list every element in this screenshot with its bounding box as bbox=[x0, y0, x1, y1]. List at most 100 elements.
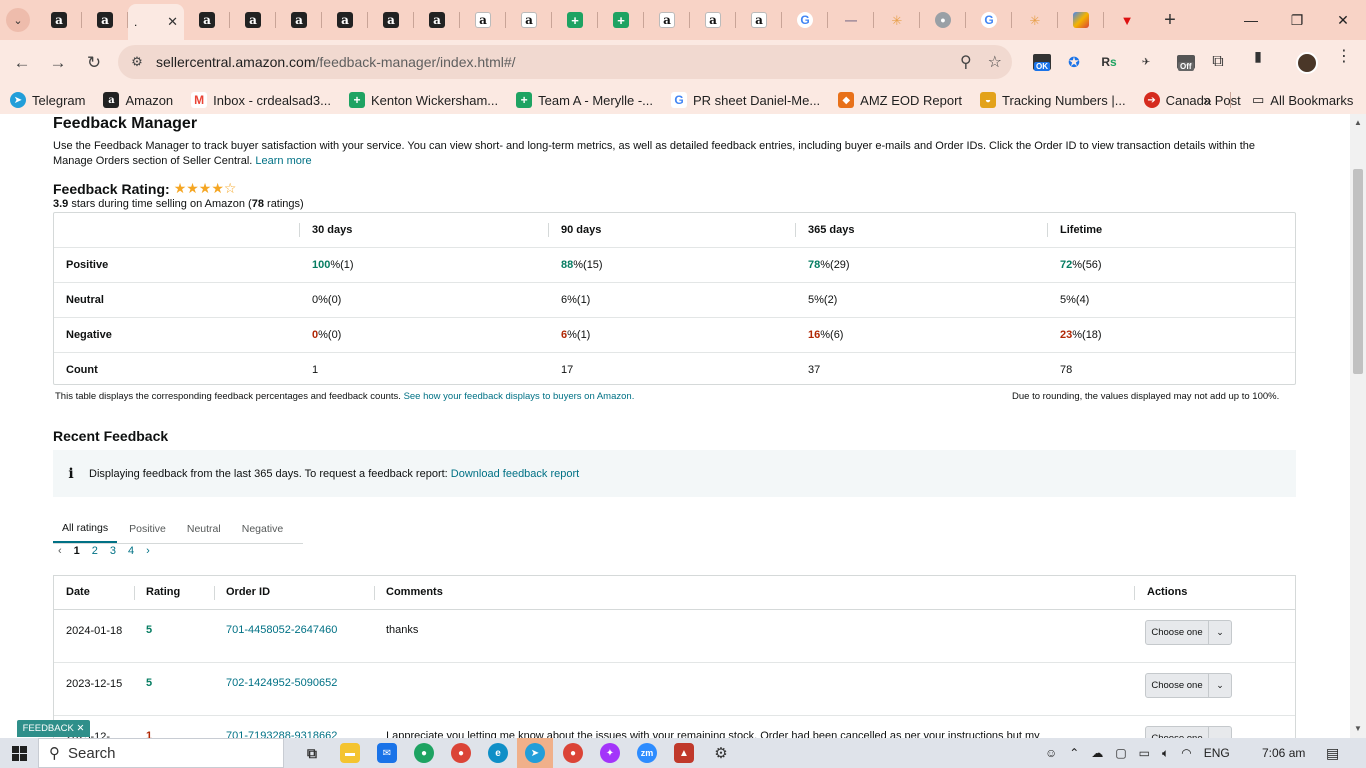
browser-tab[interactable]: ● bbox=[920, 0, 966, 40]
chrome-icon[interactable]: ● bbox=[451, 743, 471, 763]
browser-tab[interactable]: a bbox=[460, 0, 506, 40]
order-id-link[interactable]: 701-7193288-9318662 bbox=[226, 730, 337, 738]
action-dropdown[interactable]: Choose one⌄ bbox=[1145, 673, 1232, 698]
new-tab-button[interactable]: + bbox=[1150, 9, 1190, 32]
page-scrollbar[interactable]: ▲ ▼ bbox=[1350, 114, 1366, 738]
browser-tab[interactable]: a bbox=[506, 0, 552, 40]
browser-tab[interactable]: a bbox=[322, 0, 368, 40]
tab-all-ratings[interactable]: All ratings bbox=[53, 514, 118, 543]
extension-ok-icon[interactable]: OK bbox=[1028, 48, 1056, 76]
prev-page-button[interactable]: ‹ bbox=[58, 545, 62, 557]
browser-tab[interactable]: a bbox=[368, 0, 414, 40]
tab-negative[interactable]: Negative bbox=[233, 514, 292, 543]
scrollbar-thumb[interactable] bbox=[1353, 169, 1363, 374]
puzzle-icon[interactable]: ⧉ bbox=[1204, 48, 1232, 76]
bookmark-item[interactable]: ◆ AMZ EOD Report bbox=[838, 92, 962, 108]
forward-button[interactable]: → bbox=[40, 45, 76, 81]
tab-search-button[interactable]: ⌄ bbox=[0, 0, 36, 40]
language-indicator[interactable]: ENG bbox=[1204, 746, 1230, 760]
battery-icon[interactable]: ▭ bbox=[1139, 746, 1150, 760]
browser-tab[interactable]: + bbox=[598, 0, 644, 40]
page-link[interactable]: 1 bbox=[74, 545, 80, 557]
bookmark-item[interactable]: ◒ Tracking Numbers |... bbox=[980, 92, 1126, 108]
bookmark-item[interactable]: G PR sheet Daniel-Me... bbox=[671, 92, 820, 108]
edge-icon[interactable]: e bbox=[488, 743, 508, 763]
browser-tab-active[interactable]: . ✕ bbox=[128, 4, 184, 40]
extension-rs-icon[interactable]: Rs bbox=[1095, 48, 1123, 76]
tab-positive[interactable]: Positive bbox=[120, 514, 175, 543]
browser-tab[interactable]: ▼ bbox=[1104, 0, 1150, 40]
order-id-link[interactable]: 701-4458052-2647460 bbox=[226, 624, 337, 636]
menu-icon[interactable]: ⋮ bbox=[1330, 42, 1358, 70]
chevron-up-icon[interactable]: ⌃ bbox=[1069, 746, 1079, 760]
maximize-button[interactable]: ❐ bbox=[1274, 0, 1320, 40]
reload-button[interactable]: ↻ bbox=[76, 45, 112, 81]
see-buyers-view-link[interactable]: See how your feedback displays to buyers… bbox=[404, 391, 635, 402]
browser-tab[interactable]: a bbox=[736, 0, 782, 40]
browser-tab[interactable]: a bbox=[230, 0, 276, 40]
address-bar[interactable]: ⚙ sellercentral.amazon.com/feedback-mana… bbox=[118, 45, 1012, 79]
learn-more-link[interactable]: Learn more bbox=[255, 155, 311, 167]
browser-tab[interactable]: a bbox=[414, 0, 460, 40]
scroll-up-icon[interactable]: ▲ bbox=[1354, 118, 1362, 127]
star-icon[interactable]: ☆ bbox=[988, 52, 1002, 72]
browser-tab[interactable]: ✳ bbox=[1012, 0, 1058, 40]
page-link[interactable]: 4 bbox=[128, 545, 134, 557]
volume-icon[interactable]: 🔈︎ bbox=[1162, 746, 1169, 761]
page-link[interactable]: 2 bbox=[92, 545, 98, 557]
browser-tab[interactable] bbox=[1058, 0, 1104, 40]
wifi-icon[interactable]: ◠ bbox=[1181, 746, 1191, 760]
settings-icon[interactable]: ⚙ bbox=[711, 743, 731, 763]
site-info-icon[interactable]: ⚙ bbox=[118, 54, 156, 70]
bookmark-item[interactable]: ➔ Canada Post bbox=[1143, 92, 1241, 108]
browser-tab[interactable]: a bbox=[690, 0, 736, 40]
scroll-down-icon[interactable]: ▼ bbox=[1354, 724, 1362, 733]
task-view-icon[interactable]: ⧉ bbox=[302, 743, 322, 763]
url-text[interactable]: sellercentral.amazon.com/feedback-manage… bbox=[156, 54, 516, 70]
extension-logo-icon[interactable]: ✈ bbox=[1132, 48, 1160, 76]
bookmark-item[interactable]: ➤ Telegram bbox=[10, 92, 85, 108]
browser-tab[interactable]: a bbox=[36, 0, 82, 40]
bookmarks-overflow-button[interactable]: » bbox=[1203, 92, 1211, 109]
close-window-button[interactable]: ✕ bbox=[1320, 0, 1366, 40]
tab-neutral[interactable]: Neutral bbox=[178, 514, 230, 543]
action-dropdown[interactable]: Choose one⌄ bbox=[1145, 726, 1232, 738]
back-button[interactable]: ← bbox=[4, 45, 40, 81]
browser-tab[interactable]: a bbox=[82, 0, 128, 40]
download-report-link[interactable]: Download feedback report bbox=[451, 468, 579, 480]
clock[interactable]: 7:06 am bbox=[1262, 738, 1305, 768]
browser-tab[interactable]: a bbox=[184, 0, 230, 40]
zoom-icon[interactable]: zm bbox=[637, 743, 657, 763]
search-icon[interactable]: ⚲ bbox=[960, 52, 972, 72]
device-icon[interactable]: ▢ bbox=[1115, 746, 1126, 760]
extension-off-icon[interactable]: Off bbox=[1172, 48, 1200, 76]
browser-tab[interactable]: a bbox=[276, 0, 322, 40]
all-bookmarks-button[interactable]: ▭ All Bookmarks bbox=[1252, 92, 1353, 108]
people-icon[interactable]: ☺ bbox=[1045, 746, 1057, 760]
telegram-icon[interactable]: ➤ bbox=[525, 743, 545, 763]
messenger-icon[interactable]: ✦ bbox=[600, 743, 620, 763]
close-icon[interactable]: ✕ bbox=[167, 14, 178, 30]
browser-tab[interactable]: — bbox=[828, 0, 874, 40]
browser-tab[interactable]: + bbox=[552, 0, 598, 40]
order-id-link[interactable]: 702-1424952-5090652 bbox=[226, 677, 337, 689]
browser-tab[interactable]: ✳ bbox=[874, 0, 920, 40]
mail-icon[interactable]: ✉ bbox=[377, 743, 397, 763]
bookmark-item[interactable]: + Team A - Merylle -... bbox=[516, 92, 653, 108]
browser-tab[interactable]: a bbox=[644, 0, 690, 40]
browser-tab[interactable]: G bbox=[966, 0, 1012, 40]
avatar[interactable] bbox=[1296, 52, 1318, 74]
extension-gear-icon[interactable]: ✪ bbox=[1060, 48, 1088, 76]
bookmark-item[interactable]: M Inbox - crdealsad3... bbox=[191, 92, 331, 108]
file-explorer-icon[interactable]: ▬ bbox=[340, 743, 360, 763]
page-link[interactable]: 3 bbox=[110, 545, 116, 557]
chrome-icon[interactable]: ● bbox=[563, 743, 583, 763]
sidepanel-icon[interactable]: ▮ bbox=[1244, 42, 1272, 70]
notification-icon[interactable]: ▤ bbox=[1326, 738, 1339, 768]
cloud-icon[interactable]: ☁ bbox=[1091, 746, 1103, 760]
taskbar-search[interactable]: ⚲ Search bbox=[38, 738, 284, 768]
action-dropdown[interactable]: Choose one⌄ bbox=[1145, 620, 1232, 645]
chrome-icon[interactable]: ● bbox=[414, 743, 434, 763]
bookmark-item[interactable]: + Kenton Wickersham... bbox=[348, 92, 498, 108]
app-icon[interactable]: ▲ bbox=[674, 743, 694, 763]
